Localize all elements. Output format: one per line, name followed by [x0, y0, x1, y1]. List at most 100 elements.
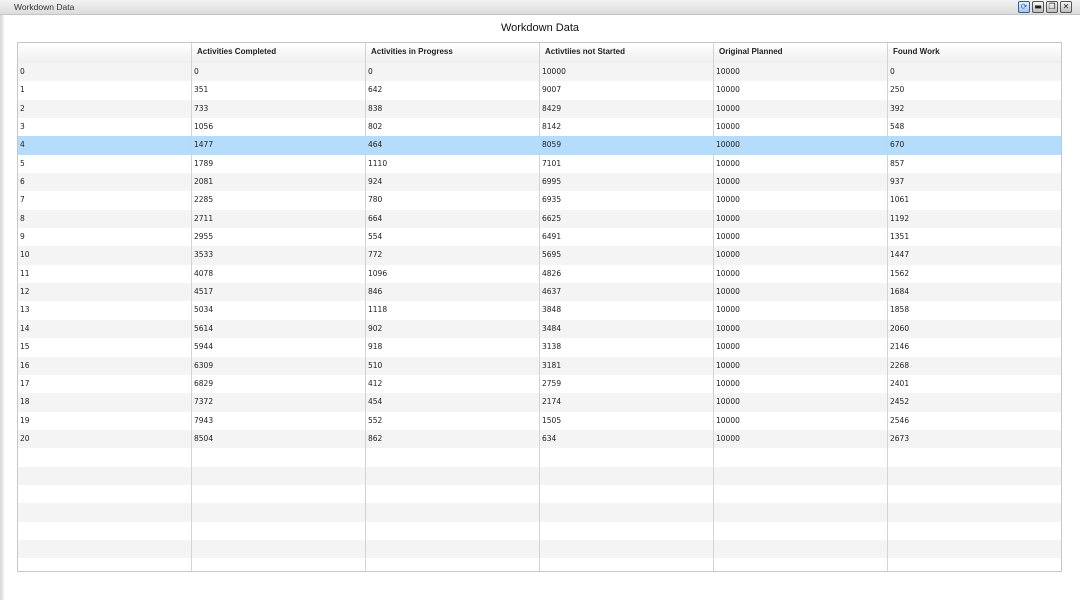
empty-row: [18, 485, 1061, 503]
table-cell: 1858: [890, 305, 910, 315]
column-header-activities-not-started[interactable]: Activtiies not Started: [540, 43, 714, 63]
table-cell: 5944: [194, 342, 214, 352]
table-row[interactable]: 1 351 642 9007 10000 250: [18, 81, 1061, 99]
table-cell: 9007: [542, 85, 562, 95]
table-cell: 1351: [890, 232, 910, 242]
table-cell: 548: [890, 122, 905, 132]
table-cell: 2452: [890, 397, 910, 407]
table-cell: 392: [890, 103, 905, 113]
table-row[interactable]: 20 8504 862 634 10000 2673: [18, 429, 1061, 449]
table-cell: 6491: [542, 232, 562, 242]
table-cell: 6995: [542, 177, 562, 187]
window-left-edge: [0, 15, 4, 600]
table-cell: 772: [368, 250, 383, 260]
table-row[interactable]: 4 1477 464 8059 10000 670: [18, 136, 1061, 155]
table-row[interactable]: 15 5944 918 3138 10000 2146: [18, 338, 1061, 356]
column-header-index[interactable]: [18, 43, 192, 63]
table-cell: 6309: [194, 360, 214, 370]
table-cell: 10000: [716, 323, 740, 333]
table-row[interactable]: 13 5034 1118 3848 10000 1858: [18, 301, 1061, 319]
table-cell: 2759: [542, 378, 562, 388]
table-row[interactable]: 5 1789 1110 7101 10000 857: [18, 155, 1061, 173]
table-cell: 10000: [716, 360, 740, 370]
table-cell: 7943: [194, 415, 214, 425]
column-header-found-work[interactable]: Found Work: [888, 43, 1062, 63]
table-cell: 10000: [542, 67, 566, 76]
table-cell: 0: [20, 67, 25, 76]
table-row[interactable]: 12 4517 846 4637 10000 1684: [18, 283, 1061, 302]
table-cell: 3: [20, 122, 25, 132]
table-cell: 10000: [716, 195, 740, 205]
empty-row: [18, 503, 1061, 522]
table-cell: 4517: [194, 287, 214, 297]
table-cell: 10000: [716, 305, 740, 315]
table-cell: 10000: [716, 67, 740, 76]
table-cell: 1684: [890, 287, 910, 297]
table-row[interactable]: 0 0 0 10000 10000 0: [18, 63, 1061, 82]
table-cell: 2146: [890, 342, 910, 352]
table-cell: 10000: [716, 342, 740, 352]
column-header-original-planned[interactable]: Original Planned: [714, 43, 888, 63]
data-grid[interactable]: Activities Completed Activities in Progr…: [17, 42, 1062, 572]
grid-empty-area: [18, 448, 1061, 559]
table-cell: 9: [20, 232, 25, 242]
refresh-icon[interactable]: ⟳: [1018, 1, 1030, 13]
table-cell: 6935: [542, 195, 562, 205]
table-cell: 454: [368, 397, 383, 407]
table-row[interactable]: 10 3533 772 5695 10000 1447: [18, 246, 1061, 265]
table-cell: 5614: [194, 323, 214, 333]
table-cell: 10000: [716, 268, 740, 278]
table-cell: 10000: [716, 378, 740, 388]
table-cell: 2285: [194, 195, 214, 205]
table-row[interactable]: 6 2081 924 6995 10000 937: [18, 173, 1061, 192]
table-row[interactable]: 9 2955 554 6491 10000 1351: [18, 228, 1061, 246]
table-cell: 10000: [716, 397, 740, 407]
table-cell: 862: [368, 433, 383, 443]
table-row[interactable]: 17 6829 412 2759 10000 2401: [18, 375, 1061, 393]
table-cell: 1477: [194, 140, 214, 150]
column-header-activities-completed[interactable]: Activities Completed: [192, 43, 366, 63]
table-row[interactable]: 11 4078 1096 4826 10000 1562: [18, 265, 1061, 283]
table-cell: 0: [368, 67, 373, 76]
table-cell: 2: [20, 103, 25, 113]
table-cell: 412: [368, 378, 383, 388]
table-cell: 838: [368, 103, 383, 113]
close-icon[interactable]: ✕: [1060, 1, 1072, 13]
table-cell: 2060: [890, 323, 910, 333]
table-cell: 10000: [716, 122, 740, 132]
table-cell: 464: [368, 140, 383, 150]
table-row[interactable]: 19 7943 552 1505 10000 2546: [18, 412, 1061, 430]
table-cell: 10: [20, 250, 30, 260]
table-cell: 1118: [368, 305, 388, 315]
table-cell: 2546: [890, 415, 910, 425]
table-cell: 780: [368, 195, 383, 205]
table-cell: 8429: [542, 103, 562, 113]
table-cell: 250: [890, 85, 905, 95]
table-cell: 10000: [716, 213, 740, 223]
table-cell: 2081: [194, 177, 214, 187]
table-cell: 13: [20, 305, 30, 315]
column-header-activities-in-progress[interactable]: Activities in Progress: [366, 43, 540, 63]
table-cell: 4: [20, 140, 25, 150]
minimize-icon[interactable]: ▬: [1032, 1, 1044, 13]
table-cell: 4078: [194, 268, 214, 278]
table-cell: 11: [20, 268, 30, 278]
table-cell: 6: [20, 177, 25, 187]
table-cell: 2955: [194, 232, 214, 242]
table-cell: 0: [194, 67, 199, 76]
table-cell: 554: [368, 232, 383, 242]
table-row[interactable]: 16 6309 510 3181 10000 2268: [18, 356, 1061, 375]
table-cell: 1: [20, 85, 25, 95]
table-cell: 8: [20, 213, 25, 223]
table-row[interactable]: 7 2285 780 6935 10000 1061: [18, 191, 1061, 209]
restore-icon[interactable]: ❐: [1046, 1, 1058, 13]
table-cell: 8059: [542, 140, 562, 150]
table-cell: 18: [20, 397, 30, 407]
table-row[interactable]: 14 5614 902 3484 10000 2060: [18, 319, 1061, 339]
table-cell: 642: [368, 85, 383, 95]
table-row[interactable]: 3 1056 802 8142 10000 548: [18, 118, 1061, 136]
table-row[interactable]: 8 2711 664 6625 10000 1192: [18, 209, 1061, 229]
table-row[interactable]: 2 733 838 8429 10000 392: [18, 99, 1061, 119]
table-row[interactable]: 18 7372 454 2174 10000 2452: [18, 393, 1061, 412]
table-cell: 10000: [716, 287, 740, 297]
